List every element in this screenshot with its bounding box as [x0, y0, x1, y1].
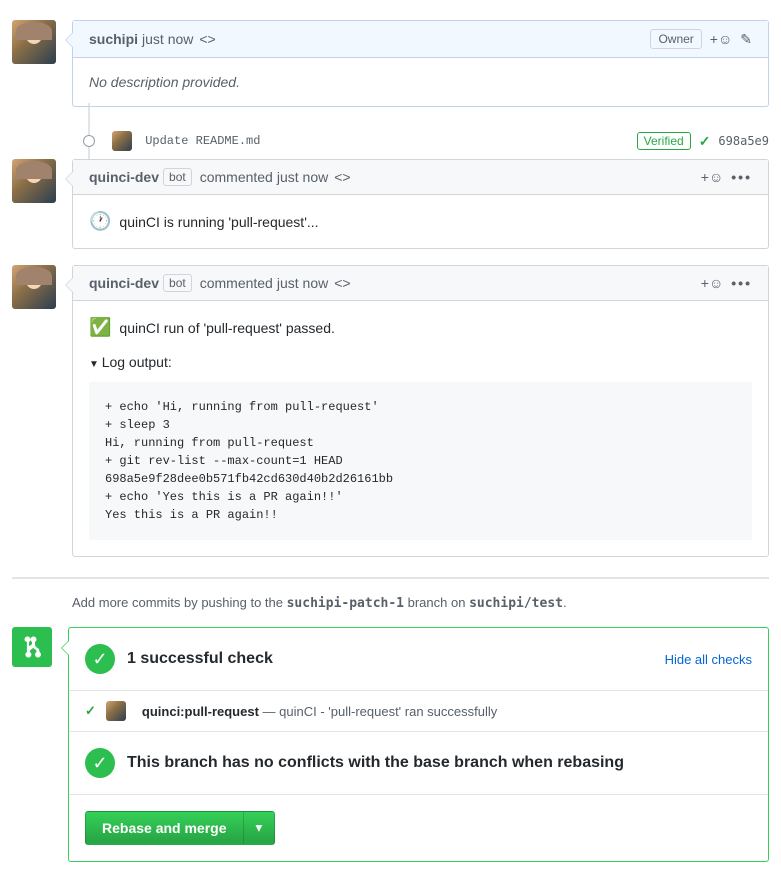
commit-message[interactable]: Update README.md [145, 134, 260, 148]
bot-badge: bot [163, 168, 192, 186]
merge-panel: ✓ 1 successful check Hide all checks ✓ q… [68, 627, 769, 862]
code-icon[interactable]: <> [199, 31, 215, 47]
add-reaction-button[interactable]: +☺ [710, 31, 732, 47]
merge-action-row: Rebase and merge ▾ [69, 795, 768, 861]
verified-badge[interactable]: Verified [637, 132, 691, 150]
merge-icon [12, 627, 52, 667]
repo-name: suchipi/test [469, 596, 563, 611]
status-text: quinCI run of 'pull-request' passed. [119, 320, 334, 336]
kebab-icon[interactable]: ••• [731, 169, 752, 185]
pr-description-item: suchipi just now <> Owner +☺ ✎ No descri… [12, 20, 769, 107]
merge-status-row: ✓ This branch has no conflicts with the … [69, 732, 768, 795]
comment-header: quinci-dev bot commented just now <> +☺ … [73, 160, 768, 195]
check-icon: ✓ [85, 703, 96, 719]
avatar[interactable] [12, 265, 56, 309]
comment-item: quinci-dev bot commented just now <> +☺ … [12, 159, 769, 249]
author-link[interactable]: quinci-dev [89, 275, 159, 291]
branch-name: suchipi-patch-1 [287, 596, 404, 611]
timeline-divider [12, 577, 769, 579]
commit-event: Update README.md Verified ✓ 698a5e9 [88, 123, 769, 159]
kebab-icon[interactable]: ••• [731, 275, 752, 291]
commit-sha-link[interactable]: 698a5e9 [718, 134, 769, 148]
comment-header: quinci-dev bot commented just now <> +☺ … [73, 266, 768, 301]
log-details: Log output: + echo 'Hi, running from pul… [89, 354, 752, 540]
avatar[interactable] [12, 20, 56, 64]
avatar-small[interactable] [112, 131, 132, 151]
avatar-small[interactable] [106, 701, 126, 721]
log-output: + echo 'Hi, running from pull-request' +… [89, 382, 752, 540]
success-check-icon: ✓ [85, 748, 115, 778]
add-reaction-button[interactable]: +☺ [701, 169, 723, 185]
code-icon[interactable]: <> [334, 169, 350, 185]
merge-button-group: Rebase and merge ▾ [85, 811, 275, 845]
comment-header: suchipi just now <> Owner +☺ ✎ [73, 21, 768, 58]
check-icon[interactable]: ✓ [699, 133, 711, 150]
merge-section: ✓ 1 successful check Hide all checks ✓ q… [12, 627, 769, 862]
timestamp: just now [277, 169, 328, 185]
check-description: quinCI - 'pull-request' ran successfully [279, 704, 497, 719]
merge-dropdown-button[interactable]: ▾ [244, 811, 276, 845]
check-name[interactable]: quinci:pull-request [142, 704, 259, 719]
log-toggle[interactable]: Log output: [89, 354, 752, 370]
comment-box: quinci-dev bot commented just now <> +☺ … [72, 265, 769, 557]
success-check-icon: ✓ [85, 644, 115, 674]
merge-button[interactable]: Rebase and merge [85, 811, 244, 845]
author-link[interactable]: suchipi [89, 31, 138, 47]
author-link[interactable]: quinci-dev [89, 169, 159, 185]
avatar[interactable] [12, 159, 56, 203]
push-hint: Add more commits by pushing to the suchi… [72, 595, 769, 611]
owner-badge: Owner [650, 29, 701, 49]
no-description-text: No description provided. [89, 74, 240, 90]
comment-body: No description provided. [73, 58, 768, 106]
status-text: quinCI is running 'pull-request'... [119, 214, 318, 230]
clock-icon: 🕐 [89, 211, 111, 232]
comment-box: suchipi just now <> Owner +☺ ✎ No descri… [72, 20, 769, 107]
timestamp: just now [277, 275, 328, 291]
comment-body: 🕐 quinCI is running 'pull-request'... [73, 195, 768, 248]
code-icon[interactable]: <> [334, 275, 350, 291]
comment-action: commented [200, 275, 273, 291]
checkmark-icon: ✅ [89, 317, 111, 338]
comment-body: ✅ quinCI run of 'pull-request' passed. L… [73, 301, 768, 556]
comment-item: quinci-dev bot commented just now <> +☺ … [12, 265, 769, 557]
timestamp: just now [142, 31, 193, 47]
checks-summary-row: ✓ 1 successful check Hide all checks [69, 628, 768, 691]
merge-status-text: This branch has no conflicts with the ba… [127, 754, 752, 772]
toggle-checks-link[interactable]: Hide all checks [665, 652, 752, 667]
check-item: ✓ quinci:pull-request — quinCI - 'pull-r… [69, 691, 768, 732]
comment-box: quinci-dev bot commented just now <> +☺ … [72, 159, 769, 249]
edit-icon[interactable]: ✎ [740, 31, 752, 48]
checks-title: 1 successful check [127, 650, 653, 668]
bot-badge: bot [163, 274, 192, 292]
comment-action: commented [200, 169, 273, 185]
add-reaction-button[interactable]: +☺ [701, 275, 723, 291]
